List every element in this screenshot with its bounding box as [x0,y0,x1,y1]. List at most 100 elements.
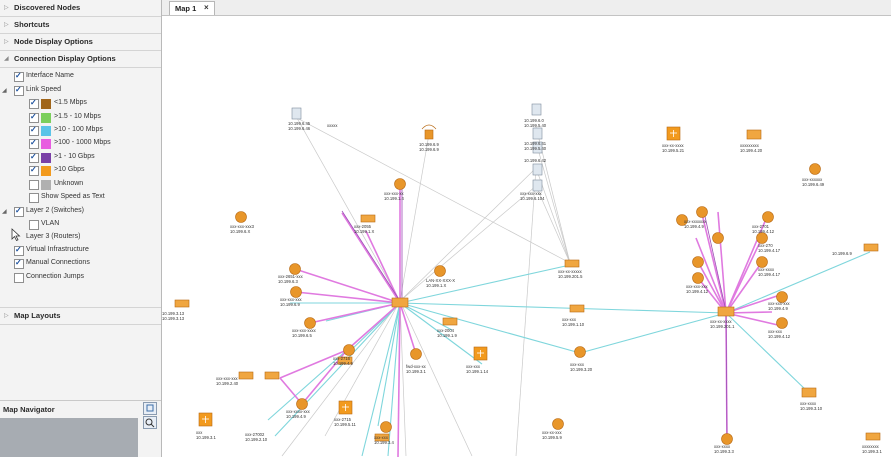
connection-lines [267,117,871,457]
speed-swatch [41,139,51,149]
router-node[interactable] [756,232,768,244]
navigator-search-icon[interactable] [143,416,157,429]
expand-arrow-icon[interactable]: ▷ [4,4,9,11]
router-node[interactable] [296,398,308,410]
tab-bar: Map 1 × [162,0,891,16]
svg-text:10.199.6.42: 10.199.6.42 [524,158,547,163]
server-node[interactable] [532,163,543,176]
switch-node[interactable] [865,432,881,441]
switch-node[interactable] [717,306,735,317]
speed-checkbox[interactable] [29,98,39,109]
map-nodes[interactable]: 10.199.6.4510.199.6.46 xxxxx 10.199.6.91… [162,103,882,454]
collapse-arrow-icon[interactable]: ◢ [4,55,9,62]
svg-text:10.199.6.9: 10.199.6.9 [280,302,300,307]
speed-checkbox[interactable] [29,112,39,123]
router-node[interactable] [776,317,788,329]
switch-node[interactable] [863,243,879,252]
link-speed-checkbox[interactable] [14,85,24,96]
option-label: VLAN [41,220,60,227]
svg-text:10.199.4.17: 10.199.4.17 [758,248,781,253]
server-node[interactable] [532,179,543,192]
router-node[interactable] [290,286,302,298]
option-label: Interface Name [26,72,74,79]
speed-swatch [41,99,51,109]
switch-node[interactable] [391,297,409,308]
manual-connections-checkbox[interactable] [14,258,24,269]
switch-node[interactable] [746,129,762,140]
router-node[interactable] [552,418,564,430]
router-node[interactable] [809,163,821,175]
server-node[interactable] [532,127,543,140]
svg-text:10.199.6.49: 10.199.6.49 [802,182,825,187]
svg-text:10.199.1.4: 10.199.1.4 [384,196,404,201]
switch-node[interactable] [442,317,458,326]
router-node[interactable] [692,272,704,284]
speed-checkbox[interactable] [29,180,39,190]
svg-text:10.199.3.10: 10.199.3.10 [800,406,823,411]
svg-text:10.199.201.1: 10.199.201.1 [710,324,735,329]
section-shortcuts[interactable]: ▷ Shortcuts [0,17,161,34]
wireless-access-point-icon[interactable] [421,124,437,140]
section-node-display-options[interactable]: ▷ Node Display Options [0,34,161,51]
section-map-layouts[interactable]: ▷ Map Layouts [0,307,161,325]
server-node[interactable] [291,107,302,120]
speed-swatch [41,153,51,163]
router-node[interactable] [380,421,392,433]
router-node[interactable] [394,178,406,190]
switch-node[interactable] [264,371,280,380]
tab-map-1[interactable]: Map 1 × [169,1,215,15]
speed-label: >10 Gbps [54,166,85,173]
svg-text:10.199.4.12: 10.199.4.12 [686,289,709,294]
speed-checkbox[interactable] [29,125,39,136]
switch-node[interactable] [569,304,585,313]
close-icon[interactable]: × [204,3,209,12]
map-navigator-header: Map Navigator [0,400,161,418]
speed-checkbox[interactable] [29,152,39,163]
router-node[interactable] [762,211,774,223]
router-node[interactable] [721,433,733,445]
router-node[interactable] [756,256,768,268]
router-node[interactable] [410,348,422,360]
router-node[interactable] [434,265,446,277]
switch-node[interactable] [564,259,580,268]
collapse-arrow-icon[interactable]: ◢ [2,208,7,215]
router-node[interactable] [696,206,708,218]
network-map-canvas[interactable]: 10.199.6.45 10.199.6.46 xxxxx 10.199.6.9 1… [162,16,891,457]
router-node[interactable] [712,232,724,244]
router-node[interactable] [304,317,316,329]
option-label: Connection Jumps [26,273,84,280]
server-node[interactable] [531,103,542,116]
switch-node[interactable] [801,387,817,398]
speed-checkbox[interactable] [29,165,39,176]
layer2-checkbox[interactable] [14,206,24,217]
collapse-arrow-icon[interactable]: ◢ [2,87,7,94]
svg-text:10.199.4.9: 10.199.4.9 [333,361,353,366]
router-node[interactable] [289,263,301,275]
router-node[interactable] [235,211,247,223]
virtual-infrastructure-checkbox[interactable] [14,245,24,256]
section-label: Map Layouts [14,311,61,320]
switch-node[interactable] [174,299,190,308]
section-discovered-nodes[interactable]: ▷ Discovered Nodes [0,0,161,17]
switch-node[interactable] [360,214,376,223]
expand-arrow-icon[interactable]: ▷ [4,21,9,28]
router-node[interactable] [692,256,704,268]
expand-arrow-icon[interactable]: ▷ [4,38,9,45]
network-map[interactable]: 10.199.6.4510.199.6.46 xxxxx 10.199.6.91… [162,16,891,457]
navigator-zoom-icon[interactable] [143,402,157,415]
interface-name-checkbox[interactable] [14,71,24,82]
router-node[interactable] [574,346,586,358]
switch-node[interactable] [238,371,254,380]
speed-checkbox[interactable] [29,138,39,149]
vlan-checkbox[interactable] [29,220,39,230]
svg-text:10.199.6.46: 10.199.6.46 [288,126,311,131]
router-node[interactable] [343,344,355,356]
expand-arrow-icon[interactable]: ▷ [4,312,9,319]
section-connection-display-options[interactable]: ◢ Connection Display Options [0,51,161,68]
map-navigator-preview[interactable] [0,418,138,457]
speed-label: >1 - 10 Gbps [54,153,95,160]
connection-jumps-checkbox[interactable] [14,273,24,283]
svg-text:10.199.201.5: 10.199.201.5 [558,274,583,279]
show-speed-text-checkbox[interactable] [29,193,39,203]
option-label: Virtual Infrastructure [26,246,89,253]
